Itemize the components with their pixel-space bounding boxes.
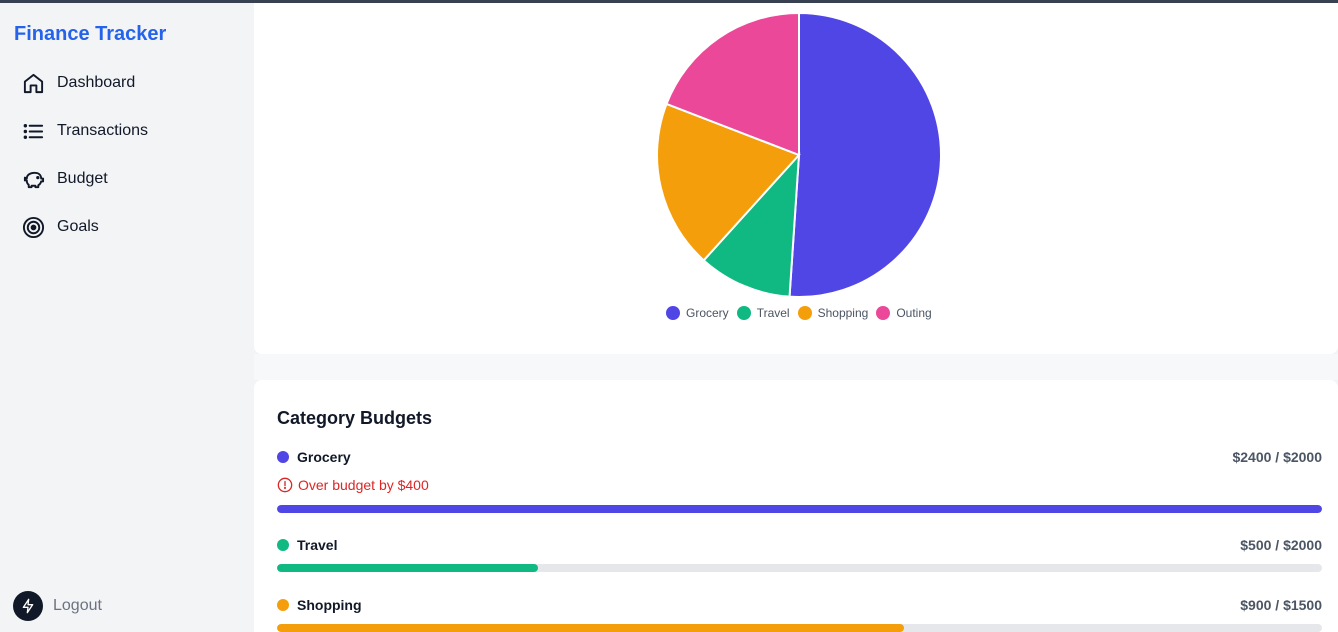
legend-color-dot	[876, 306, 891, 320]
budget-amount: $900 / $1500	[1240, 597, 1322, 613]
category-color-dot	[277, 599, 289, 611]
bolt-icon	[13, 591, 43, 621]
legend-label: Grocery	[686, 306, 729, 320]
budget-progress-fill	[277, 624, 904, 632]
budget-amount: $2400 / $2000	[1232, 449, 1322, 465]
sidebar-item-label: Goals	[57, 218, 99, 235]
section-title: Category Budgets	[277, 408, 433, 428]
sidebar-item-transactions[interactable]: Transactions	[22, 117, 148, 145]
category-budgets-card: Category Budgets Grocery $2400 / $2000 O…	[254, 380, 1338, 632]
legend-label: Travel	[756, 306, 790, 320]
legend-item-grocery[interactable]: Grocery	[666, 306, 729, 320]
warning-text: Over budget by $400	[298, 477, 429, 493]
budget-row-travel: Travel $500 / $2000	[277, 536, 1322, 572]
budget-row-grocery: Grocery $2400 / $2000 Over budget by $40…	[277, 448, 1322, 513]
target-icon	[22, 216, 45, 238]
pie-chart	[656, 11, 942, 298]
legend-item-outing[interactable]: Outing	[876, 306, 932, 320]
logout-button[interactable]: Logout	[13, 591, 102, 621]
budget-row-shopping: Shopping $900 / $1500	[277, 596, 1322, 632]
pie-slice-grocery[interactable]	[788, 11, 942, 298]
alert-circle-icon	[277, 477, 293, 493]
legend-item-shopping[interactable]: Shopping	[797, 306, 869, 320]
sidebar-item-dashboard[interactable]: Dashboard	[22, 69, 135, 97]
app-title: Finance Tracker	[14, 23, 167, 45]
sidebar-item-label: Transactions	[57, 122, 148, 139]
budget-amount: $500 / $2000	[1240, 537, 1322, 553]
legend-color-dot	[666, 306, 680, 320]
sidebar: Finance Tracker Dashboard Transactions B…	[0, 3, 253, 632]
sidebar-item-label: Budget	[57, 170, 108, 187]
category-name: Shopping	[297, 597, 362, 613]
legend-label: Outing	[896, 306, 932, 320]
sidebar-item-budget[interactable]: Budget	[22, 165, 108, 193]
logout-label: Logout	[53, 597, 102, 614]
sidebar-item-label: Dashboard	[57, 74, 136, 91]
list-icon	[23, 123, 44, 139]
budget-progress-bar	[277, 624, 1322, 632]
category-name: Travel	[297, 537, 338, 553]
category-color-dot	[277, 539, 289, 551]
category-color-dot	[277, 451, 289, 463]
category-name: Grocery	[297, 449, 351, 465]
over-budget-warning: Over budget by $400	[277, 476, 1322, 494]
legend-color-dot	[736, 306, 751, 320]
budget-progress-fill	[277, 505, 1322, 513]
home-icon	[23, 73, 44, 93]
budget-progress-bar	[277, 564, 1322, 572]
legend-item-travel[interactable]: Travel	[736, 306, 790, 320]
legend-label: Shopping	[817, 306, 869, 320]
legend-color-dot	[797, 306, 812, 320]
piggy-bank-icon	[23, 171, 45, 188]
chart-card: Grocery Travel Shopping Outing	[254, 3, 1338, 354]
sidebar-item-goals[interactable]: Goals	[22, 213, 99, 241]
budget-progress-bar	[277, 505, 1322, 513]
budget-progress-fill	[277, 564, 539, 572]
section-divider	[254, 354, 1338, 380]
chart-legend: Grocery Travel Shopping Outing	[666, 306, 932, 320]
